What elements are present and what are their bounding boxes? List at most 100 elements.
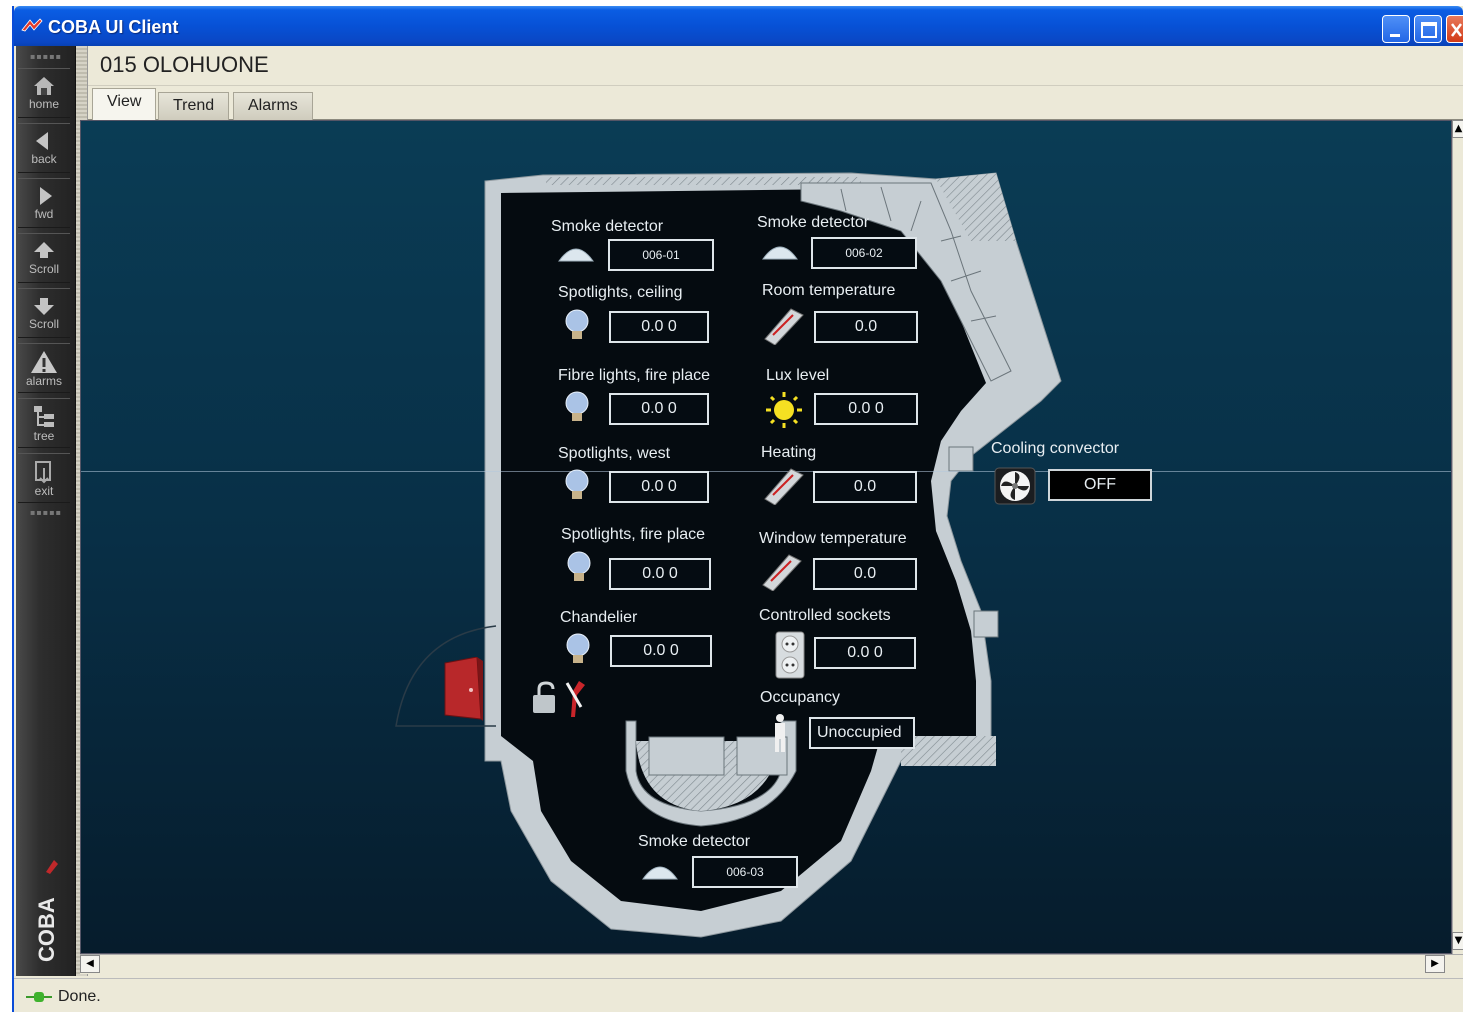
heating-value[interactable]: 0.0: [813, 471, 917, 503]
navigation-sidebar: ▪▪▪▪▪ home back fwd Scroll Scroll alarms…: [16, 46, 76, 976]
close-button[interactable]: [1446, 15, 1463, 43]
vertical-scrollbar[interactable]: ▲ ▼: [1452, 120, 1463, 954]
back-arrow-icon: [36, 132, 48, 150]
close-icon: [1451, 23, 1462, 37]
home-label: home: [28, 97, 60, 111]
thermometer-icon: [764, 308, 804, 345]
chandelier-value[interactable]: 0.0 0: [610, 635, 712, 667]
tab-trend[interactable]: Trend: [158, 92, 230, 120]
fan-icon: [994, 467, 1036, 505]
alarm-icon: [31, 351, 57, 373]
heating-label: Heating: [761, 444, 817, 461]
forward-arrow-icon: [40, 187, 52, 205]
scroll-up-label: Scroll: [28, 262, 59, 276]
scroll-left-arrow-icon[interactable]: ◀: [80, 955, 100, 973]
spotlights-fireplace-value[interactable]: 0.0 0: [609, 558, 711, 590]
chandelier-label: Chandelier: [560, 609, 638, 626]
scroll-down-label: Scroll: [28, 317, 59, 331]
smoke-detector-icon: [558, 248, 594, 262]
maximize-icon: [1421, 22, 1437, 38]
thermometer-icon: [764, 468, 804, 505]
lux-level-label: Lux level: [766, 367, 830, 384]
window-bump: [948, 446, 974, 472]
scroll-down-icon: [34, 298, 54, 315]
forward-button[interactable]: fwd: [18, 178, 70, 228]
window-title: COBA UI Client: [48, 17, 179, 37]
cooling-convector-value[interactable]: OFF: [1048, 469, 1152, 501]
coba-logo-icon: [21, 18, 43, 32]
horizontal-scrollbar[interactable]: ◀ ▶: [80, 954, 1463, 974]
lux-level-value[interactable]: 0.0 0: [814, 393, 918, 425]
tree-label: tree: [33, 429, 55, 443]
spotlights-west-value[interactable]: 0.0 0: [609, 471, 709, 503]
window-bump: [973, 610, 999, 638]
forward-label: fwd: [34, 207, 54, 221]
light-bulb-icon: [565, 391, 589, 421]
fibre-lights-value[interactable]: 0.0 0: [609, 393, 709, 425]
back-label: back: [31, 152, 57, 166]
floorplan-canvas: Smoke detector 006-01 Smoke detector 006…: [80, 120, 1452, 954]
fireplace-block: [648, 736, 725, 776]
fibre-lights-label: Fibre lights, fire place: [558, 367, 711, 384]
application-window: COBA UI Client ▪▪▪▪▪ home back fwd Scrol…: [12, 6, 1463, 1012]
power-socket-icon: [775, 631, 805, 679]
home-button[interactable]: home: [18, 68, 70, 118]
spotlights-fireplace-label: Spotlights, fire place: [561, 526, 706, 543]
smoke-detector-icon: [762, 246, 798, 260]
door-icon[interactable]: [441, 657, 485, 723]
coba-brand-logo: COBA: [34, 860, 59, 962]
minimize-button[interactable]: [1382, 15, 1410, 43]
key-icon[interactable]: [561, 677, 587, 719]
scroll-up-icon: [34, 242, 54, 258]
person-icon: [775, 714, 785, 752]
alarms-label: alarms: [25, 374, 62, 388]
light-bulb-icon: [566, 633, 590, 663]
padlock-icon[interactable]: [529, 681, 563, 717]
smoke-detector-icon: [642, 866, 678, 880]
smoke-detector-2-label: Smoke detector: [757, 214, 870, 231]
exit-button[interactable]: exit: [18, 453, 70, 503]
home-icon: [34, 77, 54, 95]
tab-alarms[interactable]: Alarms: [233, 92, 313, 120]
spotlights-ceiling-value[interactable]: 0.0 0: [609, 311, 709, 343]
occupancy-value[interactable]: Unoccupied: [809, 717, 915, 749]
sidebar-grip: ▪▪▪▪▪: [29, 52, 63, 61]
scroll-up-arrow-icon[interactable]: ▲: [1452, 120, 1463, 138]
room-temperature-value[interactable]: 0.0: [814, 311, 918, 343]
thermometer-icon: [762, 554, 802, 591]
smoke-detector-3-label: Smoke detector: [638, 833, 751, 850]
controlled-sockets-label: Controlled sockets: [759, 607, 891, 624]
window-temperature-value[interactable]: 0.0: [813, 558, 917, 590]
smoke-detector-1-value[interactable]: 006-01: [608, 239, 714, 271]
scroll-down-button[interactable]: Scroll: [18, 288, 70, 338]
controlled-sockets-value[interactable]: 0.0 0: [814, 637, 916, 669]
light-bulb-icon: [565, 469, 589, 499]
exit-icon: [35, 461, 51, 484]
scroll-up-button[interactable]: Scroll: [18, 233, 70, 283]
sun-icon: [766, 392, 802, 428]
occupancy-label: Occupancy: [760, 689, 841, 706]
smoke-detector-2-value[interactable]: 006-02: [811, 237, 917, 269]
spotlights-ceiling-label: Spotlights, ceiling: [558, 284, 683, 301]
title-bar[interactable]: COBA UI Client: [14, 6, 1463, 46]
scroll-down-arrow-icon[interactable]: ▼: [1452, 932, 1463, 950]
maximize-button[interactable]: [1414, 15, 1442, 43]
alarms-button[interactable]: alarms: [18, 343, 70, 393]
smoke-detector-3-value[interactable]: 006-03: [692, 856, 798, 888]
minimize-icon: [1390, 34, 1400, 37]
spotlights-west-label: Spotlights, west: [558, 445, 671, 462]
exit-label: exit: [34, 484, 54, 498]
window-temperature-label: Window temperature: [759, 530, 907, 547]
light-bulb-icon: [565, 309, 589, 339]
back-button[interactable]: back: [18, 123, 70, 173]
page-title: 015 OLOHUONE: [100, 52, 269, 77]
smoke-detector-1-label: Smoke detector: [551, 218, 664, 235]
room-temperature-label: Room temperature: [762, 282, 896, 299]
cooling-convector-label: Cooling convector: [991, 440, 1120, 457]
tree-button[interactable]: tree: [18, 398, 70, 448]
tree-icon: [34, 406, 54, 427]
brand-text: COBA: [34, 897, 59, 962]
scroll-right-arrow-icon[interactable]: ▶: [1425, 955, 1445, 973]
tab-view[interactable]: View: [92, 88, 157, 121]
light-bulb-icon: [567, 551, 591, 581]
